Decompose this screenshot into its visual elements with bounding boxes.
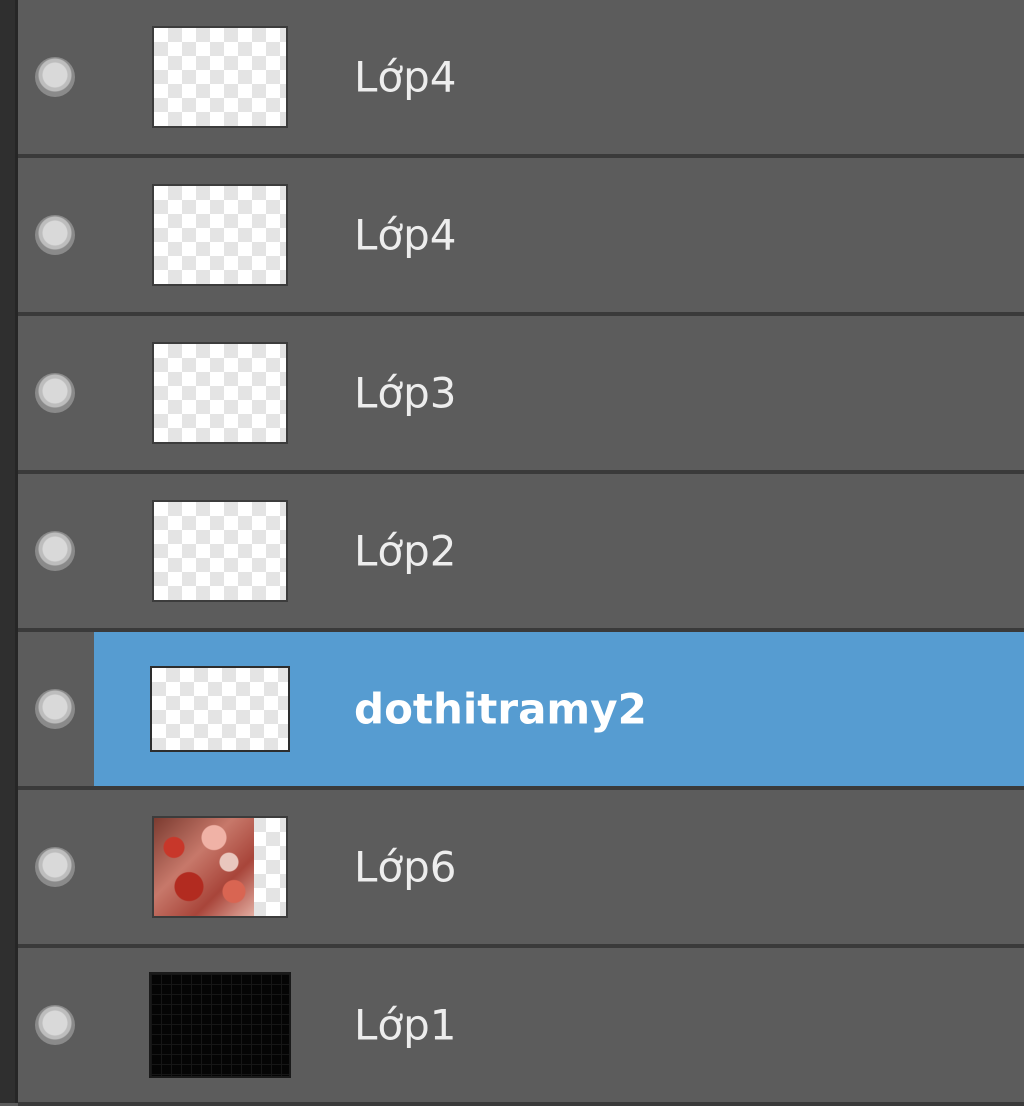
photo-thumbnail-image: [154, 818, 254, 916]
layer-row-dothitramy2[interactable]: dothitramy2: [18, 632, 1024, 790]
layer-thumbnail: [152, 500, 288, 602]
layer-row-lop3[interactable]: Lớp3: [18, 316, 1024, 474]
layer-name: Lớp6: [354, 842, 457, 892]
visibility-dot-icon[interactable]: [35, 373, 75, 413]
layer-thumbnail: [152, 184, 288, 286]
layer-row-lop2[interactable]: Lớp2: [18, 474, 1024, 632]
layer-row-lop4-a[interactable]: Lớp4: [18, 0, 1024, 158]
layer-thumbnail: [152, 816, 288, 918]
layer-row-lop1[interactable]: Lớp1: [18, 948, 1024, 1106]
layer-name: Lớp3: [354, 368, 457, 418]
layer-name: Lớp4: [354, 210, 457, 260]
layer-name: Lớp1: [354, 1000, 457, 1050]
visibility-dot-icon[interactable]: [35, 531, 75, 571]
layer-name: Lớp4: [354, 52, 457, 102]
layer-list: Lớp4 Lớp4 Lớp3 Lớp2 dothitramy2 Lớp6 Lớp…: [18, 0, 1024, 1106]
layers-panel: Lớp4 Lớp4 Lớp3 Lớp2 dothitramy2 Lớp6 Lớp…: [0, 0, 1024, 1106]
layer-name: Lớp2: [354, 526, 457, 576]
layer-thumbnail: [149, 972, 291, 1078]
panel-left-edge: [0, 0, 18, 1103]
visibility-dot-icon[interactable]: [35, 57, 75, 97]
visibility-dot-icon[interactable]: [35, 847, 75, 887]
layer-thumbnail: [150, 666, 290, 752]
visibility-dot-icon[interactable]: [35, 689, 75, 729]
layer-thumbnail: [152, 342, 288, 444]
visibility-dot-icon[interactable]: [35, 1005, 75, 1045]
layer-row-lop6[interactable]: Lớp6: [18, 790, 1024, 948]
layer-row-lop4-b[interactable]: Lớp4: [18, 158, 1024, 316]
layer-thumbnail: [152, 26, 288, 128]
visibility-dot-icon[interactable]: [35, 215, 75, 255]
layer-name: dothitramy2: [354, 684, 647, 734]
